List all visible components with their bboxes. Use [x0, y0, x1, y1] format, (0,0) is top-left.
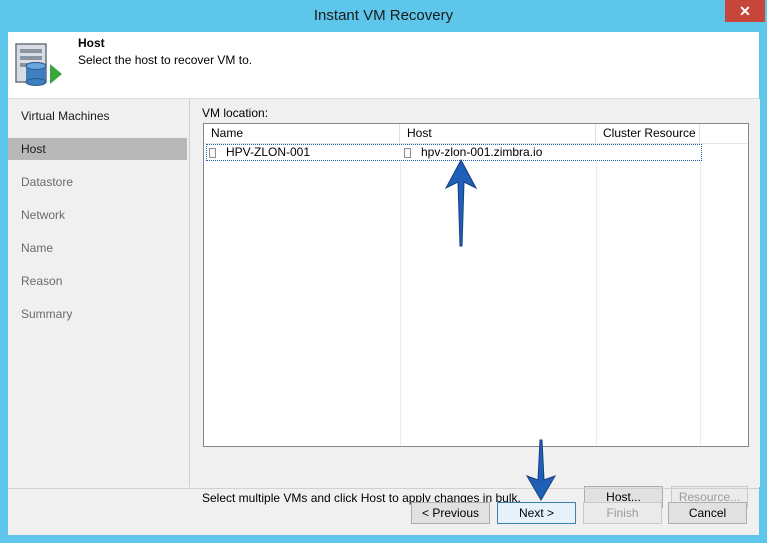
nav-item-reason[interactable]: Reason — [8, 270, 187, 292]
previous-button[interactable]: < Previous — [411, 502, 490, 524]
step-header: Host Select the host to recover VM to. — [8, 32, 759, 99]
nav-item-network[interactable]: Network — [8, 204, 187, 226]
vm-name: HPV-ZLON-001 — [226, 145, 311, 159]
nav-item-name[interactable]: Name — [8, 237, 187, 259]
column-divider — [400, 143, 401, 446]
wizard-window: Instant VM Recovery ✕ Host Select the ho… — [0, 0, 767, 543]
window-title: Instant VM Recovery — [313, 7, 454, 24]
vm-location-grid[interactable]: Name Host Cluster Resource HPV-ZLON-001 … — [203, 123, 749, 447]
close-button[interactable]: ✕ — [725, 0, 765, 22]
step-title: Host — [78, 36, 105, 50]
step-subtitle: Select the host to recover VM to. — [78, 53, 253, 67]
title-bar[interactable]: Instant VM Recovery ✕ — [0, 0, 767, 32]
nav-item-virtual-machines[interactable]: Virtual Machines — [8, 105, 187, 127]
grid-header: Name Host Cluster Resource — [204, 124, 748, 144]
vm-icon — [209, 147, 216, 158]
host-icon — [404, 147, 411, 158]
step-content: VM location: Name Host Cluster Resource … — [189, 99, 760, 508]
finish-button[interactable]: Finish — [583, 502, 662, 524]
nav-item-datastore[interactable]: Datastore — [8, 171, 187, 193]
nav-item-summary[interactable]: Summary — [8, 303, 187, 325]
nav-item-host[interactable]: Host — [8, 138, 187, 160]
host-name: hpv-zlon-001.zimbra.io — [421, 145, 543, 159]
host-cell[interactable]: hpv-zlon-001.zimbra.io — [404, 145, 542, 159]
vm-name-cell: HPV-ZLON-001 — [209, 145, 310, 159]
column-header-host[interactable]: Host — [400, 124, 596, 143]
server-database-icon — [15, 43, 62, 86]
column-header-cluster-resource[interactable]: Cluster Resource — [596, 124, 700, 143]
cancel-button[interactable]: Cancel — [668, 502, 747, 524]
column-divider — [596, 143, 597, 446]
table-row[interactable]: HPV-ZLON-001 hpv-zlon-001.zimbra.io — [204, 144, 702, 161]
vm-location-label: VM location: — [202, 106, 269, 120]
wizard-footer: < Previous Next > Finish Cancel — [8, 488, 759, 536]
next-button[interactable]: Next > — [497, 502, 576, 524]
column-divider — [700, 143, 701, 446]
wizard-steps-nav: Virtual Machines Host Datastore Network … — [8, 99, 188, 487]
wizard-client-area: Host Select the host to recover VM to. V… — [8, 32, 760, 536]
column-header-name[interactable]: Name — [204, 124, 400, 143]
